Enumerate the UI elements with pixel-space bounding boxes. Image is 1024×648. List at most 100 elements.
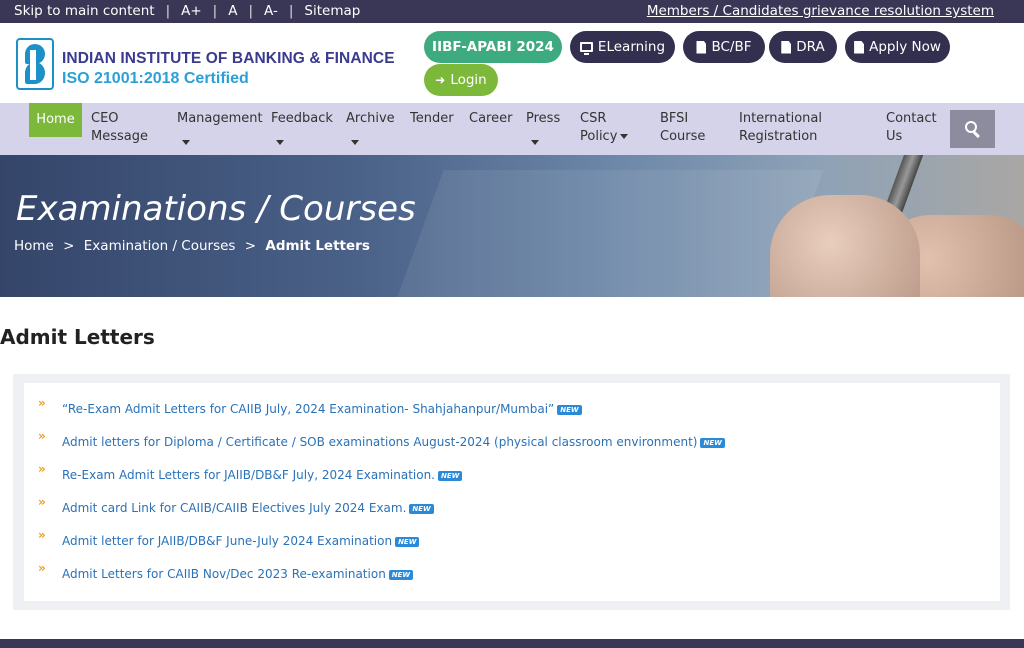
nav-home[interactable]: Home xyxy=(29,103,82,137)
nav-international-registration[interactable]: International Registration xyxy=(739,110,822,146)
link-label: Admit letter for JAIIB/DB&F June-July 20… xyxy=(62,534,393,548)
iibf-logo-icon[interactable] xyxy=(16,38,54,90)
caret-down-icon xyxy=(351,140,359,145)
banner-background-image xyxy=(396,170,824,297)
dra-label: DRA xyxy=(796,39,825,55)
banner-title: Examinations / Courses xyxy=(16,189,416,229)
chevron-right-icon: » xyxy=(38,495,46,509)
list-item: » Admit card Link for CAIIB/CAIIB Electi… xyxy=(24,495,984,525)
nav-management[interactable]: Management xyxy=(177,110,263,152)
link-label: Re-Exam Admit Letters for JAIIB/DB&F Jul… xyxy=(62,468,435,482)
nav-archive[interactable]: Archive xyxy=(346,110,395,152)
document-icon xyxy=(854,40,865,54)
iso-certification: ISO 21001:2018 Certified xyxy=(62,70,249,87)
list-item: » Re-Exam Admit Letters for JAIIB/DB&F J… xyxy=(24,462,984,492)
admit-letter-link[interactable]: “Re-Exam Admit Letters for CAIIB July, 2… xyxy=(62,402,582,416)
breadcrumb-examination-courses[interactable]: Examination / Courses xyxy=(84,238,236,254)
nav-label-line: International xyxy=(739,111,822,126)
iibf-apabi-label: IIBF-APABI 2024 xyxy=(432,39,554,55)
nav-label: Tender xyxy=(410,111,454,126)
top-utility-bar: Skip to main content | A+ | A | A- | Sit… xyxy=(0,0,1024,23)
nav-label-line: CSR xyxy=(580,111,607,126)
separator: | xyxy=(248,3,254,19)
new-badge-icon: NEW xyxy=(409,503,434,514)
caret-down-icon xyxy=(620,134,629,139)
nav-label: Press xyxy=(526,111,561,126)
bc-bf-label: BC/BF xyxy=(711,39,752,55)
apply-now-button[interactable]: Apply Now xyxy=(845,31,950,63)
font-normal-link[interactable]: A xyxy=(228,3,237,19)
nav-label-line: CEO xyxy=(91,111,119,126)
nav-tender[interactable]: Tender xyxy=(410,110,454,128)
new-badge-icon: NEW xyxy=(700,437,725,448)
list-item: » Admit Letters for CAIIB Nov/Dec 2023 R… xyxy=(24,561,984,591)
nav-career[interactable]: Career xyxy=(469,110,512,128)
page-title: Admit Letters xyxy=(0,325,155,349)
nav-label-line: Registration xyxy=(739,129,818,144)
caret-down-icon xyxy=(531,140,539,145)
nav-ceo-message[interactable]: CEO Message xyxy=(91,110,148,146)
nav-label-line: Us xyxy=(886,129,903,144)
admit-letter-link[interactable]: Admit letter for JAIIB/DB&F June-July 20… xyxy=(62,534,420,548)
separator: | xyxy=(288,3,294,19)
chevron-right-icon: » xyxy=(38,396,46,410)
breadcrumb-current: Admit Letters xyxy=(265,238,370,254)
nav-csr-policy[interactable]: CSR Policy xyxy=(580,110,629,146)
skip-to-main-link[interactable]: Skip to main content xyxy=(14,3,155,19)
sitemap-link[interactable]: Sitemap xyxy=(304,3,360,19)
caret-down-icon xyxy=(276,140,284,145)
caret-down-icon xyxy=(182,140,190,145)
breadcrumb-separator: > xyxy=(244,238,257,254)
login-button[interactable]: ➜ Login xyxy=(424,64,498,96)
nav-label: Career xyxy=(469,111,513,126)
admit-letter-link[interactable]: Admit card Link for CAIIB/CAIIB Elective… xyxy=(62,501,434,515)
list-item: » “Re-Exam Admit Letters for CAIIB July,… xyxy=(24,396,984,426)
document-icon xyxy=(781,40,792,54)
org-name[interactable]: INDIAN INSTITUTE OF BANKING & FINANCE xyxy=(62,50,395,68)
breadcrumb: Home > Examination / Courses > Admit Let… xyxy=(14,238,370,254)
nav-label: Feedback xyxy=(271,111,333,126)
link-label: Admit letters for Diploma / Certificate … xyxy=(62,435,698,449)
new-badge-icon: NEW xyxy=(388,569,414,580)
dra-button[interactable]: DRA xyxy=(769,31,837,63)
admit-letter-link[interactable]: Re-Exam Admit Letters for JAIIB/DB&F Jul… xyxy=(62,468,463,482)
nav-feedback[interactable]: Feedback xyxy=(271,110,333,152)
font-increase-link[interactable]: A+ xyxy=(181,3,202,19)
main-navigation: Home CEO Message Management Feedback Arc… xyxy=(0,103,1024,155)
breadcrumb-home[interactable]: Home xyxy=(14,238,54,254)
separator: | xyxy=(165,3,171,19)
sign-in-icon: ➜ xyxy=(435,73,446,87)
breadcrumb-separator: > xyxy=(63,238,75,254)
banner-hand-image xyxy=(770,195,920,297)
elearning-button[interactable]: ELearning xyxy=(570,31,675,63)
elearning-label: ELearning xyxy=(597,39,666,55)
new-badge-icon: NEW xyxy=(438,470,463,481)
grievance-link[interactable]: Members / Candidates grievance resolutio… xyxy=(647,3,994,19)
nav-home-label: Home xyxy=(36,112,75,127)
nav-press[interactable]: Press xyxy=(526,110,560,152)
page-banner: Examinations / Courses Home > Examinatio… xyxy=(0,155,1024,297)
iibf-apabi-button[interactable]: IIBF-APABI 2024 xyxy=(424,31,562,63)
nav-contact-us[interactable]: Contact Us xyxy=(886,110,937,146)
search-button[interactable] xyxy=(950,110,995,148)
new-badge-icon: NEW xyxy=(395,536,420,547)
admit-letter-link[interactable]: Admit letters for Diploma / Certificate … xyxy=(62,435,725,449)
admit-letter-link[interactable]: Admit Letters for CAIIB Nov/Dec 2023 Re-… xyxy=(62,567,414,581)
chevron-right-icon: » xyxy=(38,429,46,443)
separator: | xyxy=(212,3,218,19)
font-decrease-link[interactable]: A- xyxy=(264,3,278,19)
nav-label: Archive xyxy=(346,111,395,126)
site-header: INDIAN INSTITUTE OF BANKING & FINANCE IS… xyxy=(0,23,1024,103)
nav-label: Management xyxy=(177,111,263,126)
chevron-right-icon: » xyxy=(38,462,46,476)
nav-bfsi-course[interactable]: BFSI Course xyxy=(660,110,705,146)
nav-label-line: Policy xyxy=(580,129,618,144)
bc-bf-button[interactable]: BC/BF xyxy=(683,31,765,63)
nav-label-line: Contact xyxy=(886,111,937,126)
login-label: Login xyxy=(450,72,487,88)
link-label: Admit Letters for CAIIB Nov/Dec 2023 Re-… xyxy=(62,567,386,581)
chevron-right-icon: » xyxy=(38,528,46,542)
link-label: Admit card Link for CAIIB/CAIIB Elective… xyxy=(62,501,407,515)
footer-bar xyxy=(0,639,1024,648)
search-icon xyxy=(964,121,981,139)
